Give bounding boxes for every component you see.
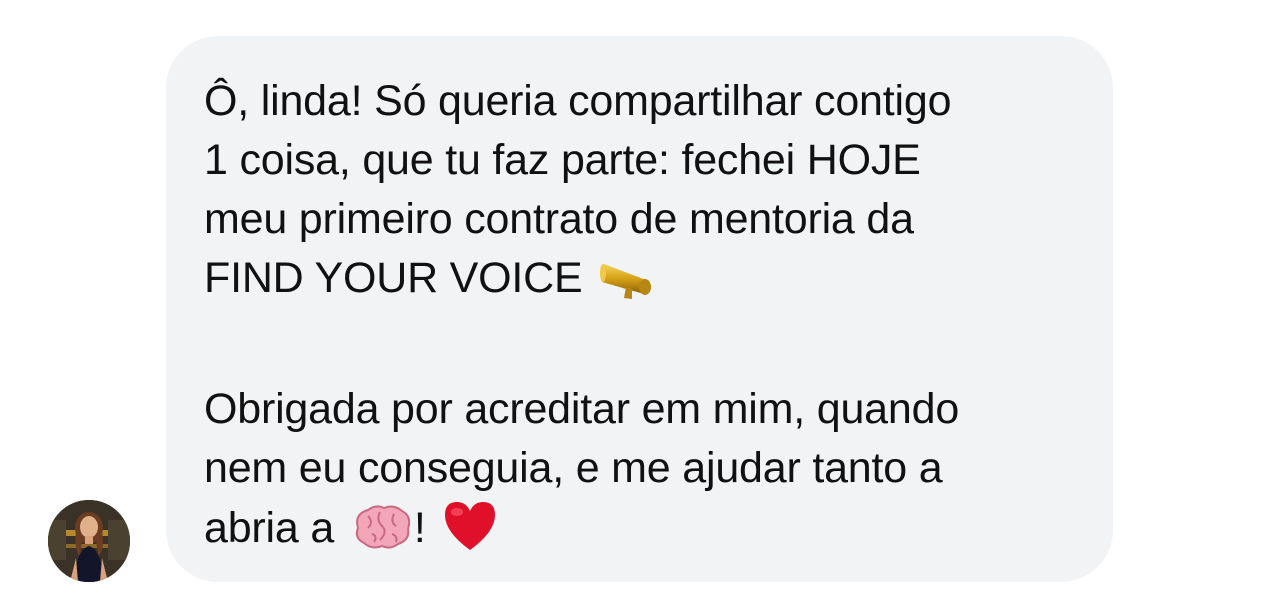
message-line: 1 coisa, que tu faz parte: fechei HOJE [204,136,921,184]
message-line: abria a ! [204,498,1075,557]
message-line: nem eu conseguia, e me ajudar tanto a [204,444,943,492]
red-heart-icon [441,498,499,552]
message-line: Ô, linda! Só queria compartilhar contigo [204,77,952,125]
paragraph-break [204,308,1075,380]
avatar-photo [48,500,130,582]
message-line: FIND YOUR VOICE [204,249,1075,308]
megaphone-icon [598,254,660,302]
sender-avatar[interactable] [48,500,130,582]
message-bubble[interactable]: Ô, linda! Só queria compartilhar contigo… [166,36,1113,582]
message-line: Obrigada por acreditar em mim, quando [204,385,960,433]
message-line: meu primeiro contrato de mentoria da [204,195,914,243]
brain-icon [350,502,414,552]
chat-thread: Ô, linda! Só queria compartilhar contigo… [0,0,1280,598]
